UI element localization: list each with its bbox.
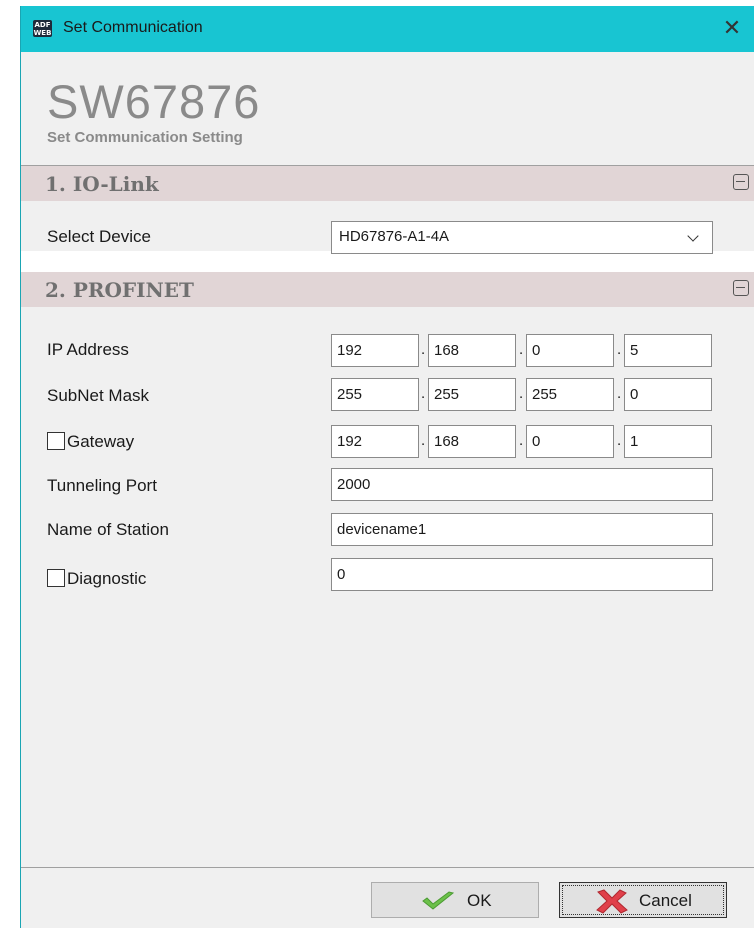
empty-content-area <box>21 603 754 867</box>
gateway-octet-4[interactable] <box>624 425 712 458</box>
collapse-minus-icon[interactable] <box>733 280 749 296</box>
ip-octet-1[interactable] <box>331 334 419 367</box>
select-device-dropdown[interactable]: HD67876-A1-4A <box>331 221 713 254</box>
select-device-label: Select Device <box>47 227 151 246</box>
diagnostic-checkbox[interactable] <box>47 569 65 587</box>
select-device-value: HD67876-A1-4A <box>339 228 450 245</box>
dot-separator: . <box>519 341 524 358</box>
dot-separator: . <box>421 341 426 358</box>
subnet-octet-1[interactable] <box>331 378 419 411</box>
section-header-iolink: 1. IO-Link <box>21 166 754 201</box>
set-communication-window: ADF WEB Set Communication ✕ SW67876 Set … <box>20 6 754 928</box>
adfweb-logo-icon: ADF WEB <box>33 20 52 37</box>
dot-separator: . <box>617 385 622 402</box>
station-name-label: Name of Station <box>47 520 169 539</box>
dialog-footer: OK Cancel <box>21 868 754 928</box>
gateway-octet-2[interactable] <box>428 425 516 458</box>
cancel-label: Cancel <box>639 891 692 910</box>
tunneling-port-label: Tunneling Port <box>47 476 157 495</box>
dot-separator: . <box>519 432 524 449</box>
diagnostic-field[interactable] <box>331 558 713 591</box>
section-header-profinet: 2. PROFINET <box>21 272 754 307</box>
ok-button[interactable]: OK <box>371 882 539 918</box>
ip-octet-2[interactable] <box>428 334 516 367</box>
dot-separator: . <box>519 385 524 402</box>
ip-octet-3[interactable] <box>526 334 614 367</box>
gateway-octet-3[interactable] <box>526 425 614 458</box>
section-title-iolink: 1. IO-Link <box>45 172 159 196</box>
ok-label: OK <box>467 891 492 910</box>
product-header: SW67876 Set Communication Setting <box>21 52 754 165</box>
gateway-label: Gateway <box>67 432 135 451</box>
checkmark-icon <box>422 891 455 910</box>
collapse-minus-icon[interactable] <box>733 174 749 190</box>
app-icon-text: ADF WEB <box>33 21 52 37</box>
section-body-profinet: IP Address . . . SubNet Mask . . . Gatew… <box>21 307 754 603</box>
product-subtitle: Set Communication Setting <box>47 129 243 146</box>
cancel-button[interactable]: Cancel <box>559 882 727 918</box>
subnet-octet-2[interactable] <box>428 378 516 411</box>
ip-octet-4[interactable] <box>624 334 712 367</box>
section-title-profinet: 2. PROFINET <box>45 278 194 302</box>
close-button[interactable]: ✕ <box>709 6 754 52</box>
tunneling-port-field[interactable] <box>331 468 713 501</box>
gateway-octet-1[interactable] <box>331 425 419 458</box>
subnet-octet-4[interactable] <box>624 378 712 411</box>
subnet-octet-3[interactable] <box>526 378 614 411</box>
station-name-field[interactable] <box>331 513 713 546</box>
section-body-iolink: Select Device HD67876-A1-4A <box>21 201 754 254</box>
dot-separator: . <box>617 341 622 358</box>
chevron-down-icon <box>687 230 699 242</box>
dot-separator: . <box>617 432 622 449</box>
title-bar: ADF WEB Set Communication ✕ <box>21 6 754 52</box>
dot-separator: . <box>421 432 426 449</box>
subnet-mask-label: SubNet Mask <box>47 386 150 405</box>
gateway-checkbox[interactable] <box>47 432 65 450</box>
close-icon: ✕ <box>722 15 742 40</box>
red-x-icon <box>596 889 628 914</box>
dot-separator: . <box>421 385 426 402</box>
window-title: Set Communication <box>63 19 203 36</box>
diagnostic-label: Diagnostic <box>67 569 147 588</box>
product-name: SW67876 <box>47 75 261 128</box>
ip-address-label: IP Address <box>47 340 129 359</box>
